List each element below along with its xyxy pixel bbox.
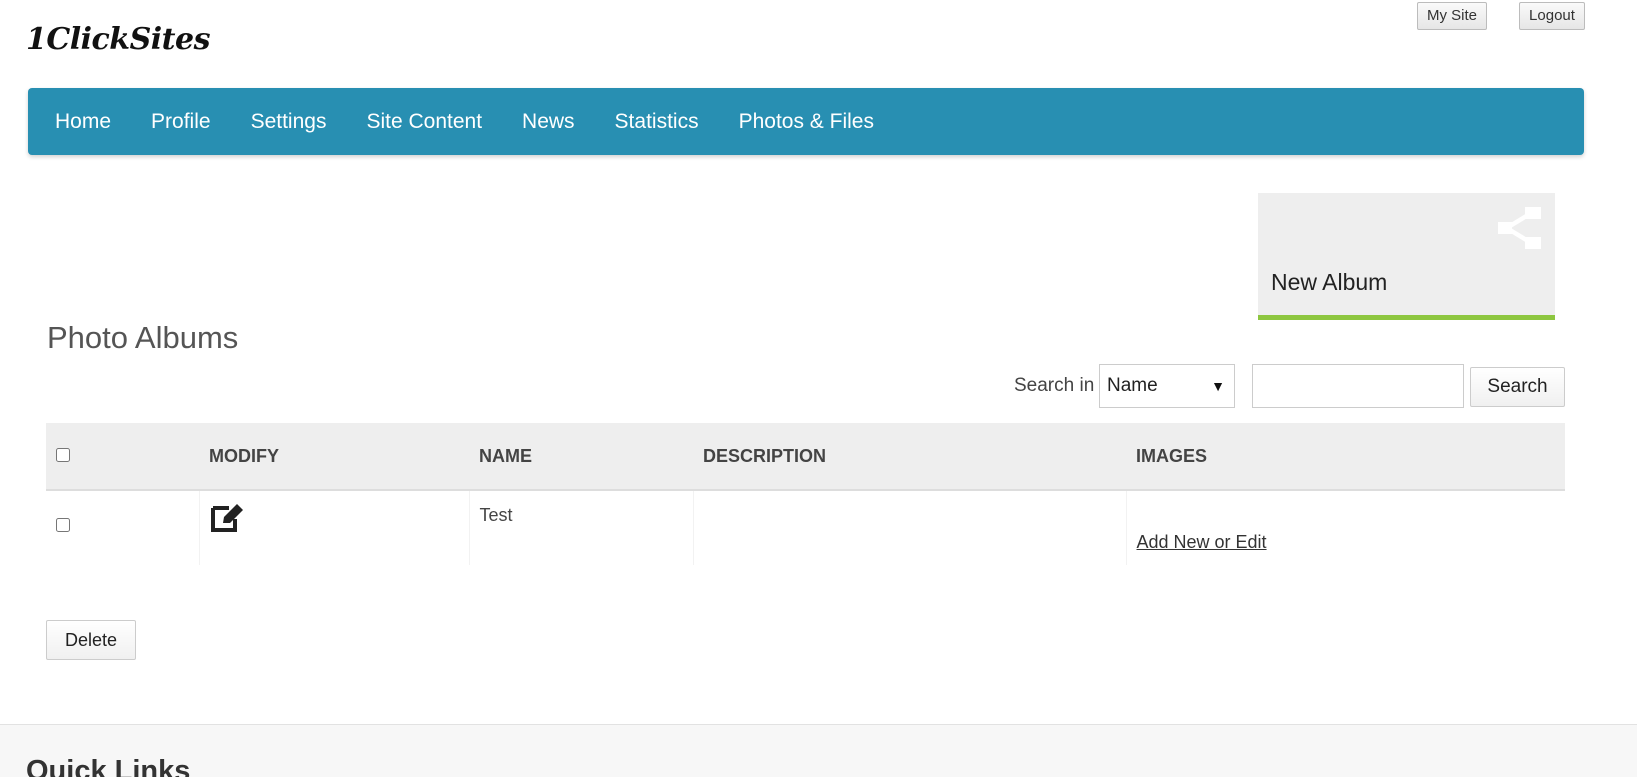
search-in-label: Search in	[1014, 375, 1095, 396]
main-nav: Home Profile Settings Site Content News …	[28, 88, 1584, 155]
search-field-value: Name	[1107, 375, 1158, 396]
logout-button[interactable]: Logout	[1519, 2, 1585, 30]
column-header-description: DESCRIPTION	[703, 445, 827, 466]
select-all-checkbox[interactable]	[56, 447, 70, 462]
delete-button[interactable]: Delete	[46, 620, 136, 660]
search-input[interactable]	[1252, 364, 1464, 408]
column-header-images: IMAGES	[1136, 445, 1208, 466]
nav-item-profile[interactable]: Profile	[151, 110, 211, 134]
quick-links-section: Quick Links	[0, 724, 1637, 777]
nav-item-photos-files[interactable]: Photos & Files	[739, 110, 874, 134]
nav-item-home[interactable]: Home	[55, 110, 111, 134]
column-header-modify: MODIFY	[209, 445, 279, 466]
search-field-select[interactable]: Name ▼	[1099, 364, 1235, 408]
albums-table: MODIFY NAME DESCRIPTION IMAGES Test Add …	[46, 423, 1565, 565]
chevron-down-icon: ▼	[1211, 378, 1225, 394]
nav-item-statistics[interactable]: Statistics	[615, 110, 699, 134]
search-button[interactable]: Search	[1470, 367, 1565, 407]
row-images-cell: Add New or Edit	[1126, 490, 1565, 565]
row-description-cell	[693, 490, 1127, 565]
quick-links-title: Quick Links	[26, 755, 191, 777]
row-name-cell: Test	[469, 490, 694, 565]
nav-item-news[interactable]: News	[522, 110, 575, 134]
page-title: Photo Albums	[47, 320, 239, 355]
add-new-or-edit-link[interactable]: Add New or Edit	[1137, 532, 1267, 553]
row-checkbox[interactable]	[56, 518, 70, 532]
my-site-button[interactable]: My Site	[1417, 2, 1487, 30]
new-album-label: New Album	[1271, 269, 1388, 295]
site-logo[interactable]: 1ClickSites	[26, 22, 211, 57]
column-header-name: NAME	[479, 445, 532, 466]
row-modify-cell	[199, 490, 470, 565]
nav-item-site-content[interactable]: Site Content	[366, 110, 482, 134]
nav-item-settings[interactable]: Settings	[251, 110, 327, 134]
edit-icon[interactable]	[210, 503, 244, 533]
row-select-cell	[46, 490, 200, 565]
select-all-header	[46, 423, 199, 490]
new-album-tile[interactable]: New Album	[1258, 193, 1555, 320]
table-row: Test Add New or Edit	[46, 490, 1565, 565]
table-header-row: MODIFY NAME DESCRIPTION IMAGES	[46, 423, 1565, 490]
share-icon	[1498, 207, 1541, 249]
